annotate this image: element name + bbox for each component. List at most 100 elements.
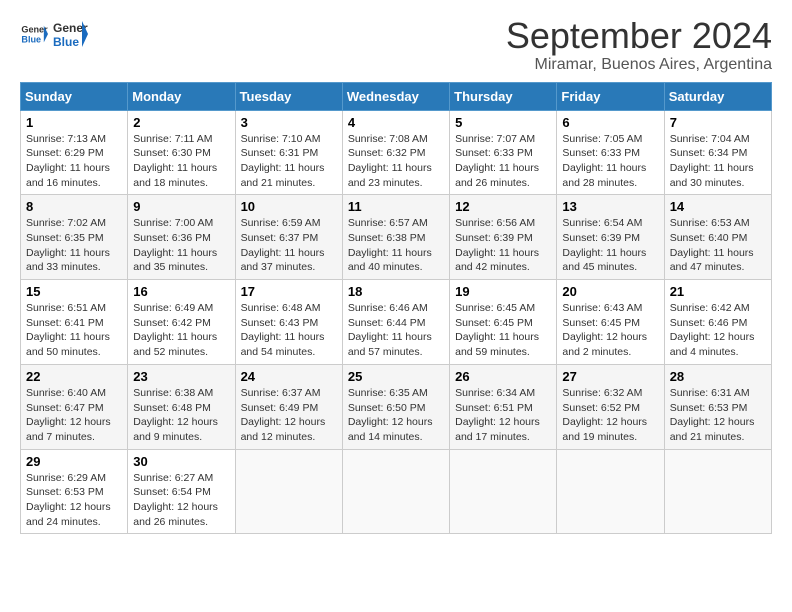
calendar-cell <box>664 449 771 534</box>
day-info: Sunrise: 6:53 AMSunset: 6:40 PMDaylight:… <box>670 216 766 275</box>
calendar-table: SundayMondayTuesdayWednesdayThursdayFrid… <box>20 82 772 535</box>
weekday-header: Monday <box>128 82 235 110</box>
calendar-cell <box>557 449 664 534</box>
day-info: Sunrise: 6:45 AMSunset: 6:45 PMDaylight:… <box>455 301 551 360</box>
day-info: Sunrise: 6:40 AMSunset: 6:47 PMDaylight:… <box>26 386 122 445</box>
calendar-cell: 3 Sunrise: 7:10 AMSunset: 6:31 PMDaylight… <box>235 110 342 195</box>
day-number: 15 <box>26 284 122 299</box>
calendar-cell <box>235 449 342 534</box>
day-info: Sunrise: 6:29 AMSunset: 6:53 PMDaylight:… <box>26 471 122 530</box>
calendar-cell: 17 Sunrise: 6:48 AMSunset: 6:43 PMDayligh… <box>235 280 342 365</box>
day-info: Sunrise: 6:48 AMSunset: 6:43 PMDaylight:… <box>241 301 337 360</box>
calendar-cell: 10 Sunrise: 6:59 AMSunset: 6:37 PMDayligh… <box>235 195 342 280</box>
calendar-cell: 18Sunrise: 6:46 AMSunset: 6:44 PMDayligh… <box>342 280 449 365</box>
calendar-cell: 16 Sunrise: 6:49 AMSunset: 6:42 PMDayligh… <box>128 280 235 365</box>
calendar-cell: 21 Sunrise: 6:42 AMSunset: 6:46 PMDayligh… <box>664 280 771 365</box>
location-subtitle: Miramar, Buenos Aires, Argentina <box>506 56 772 74</box>
day-number: 16 <box>133 284 229 299</box>
calendar-week-row: 1Sunrise: 7:13 AMSunset: 6:29 PMDaylight… <box>21 110 772 195</box>
logo-icon: General Blue <box>20 20 48 48</box>
calendar-week-row: 15 Sunrise: 6:51 AMSunset: 6:41 PMDayligh… <box>21 280 772 365</box>
day-info: Sunrise: 7:00 AMSunset: 6:36 PMDaylight:… <box>133 216 229 275</box>
day-info: Sunrise: 6:38 AMSunset: 6:48 PMDaylight:… <box>133 386 229 445</box>
day-info: Sunrise: 6:54 AMSunset: 6:39 PMDaylight:… <box>562 216 658 275</box>
day-info: Sunrise: 7:11 AMSunset: 6:30 PMDaylight:… <box>133 132 229 191</box>
title-block: September 2024 Miramar, Buenos Aires, Ar… <box>506 16 772 74</box>
day-number: 12 <box>455 199 551 214</box>
logo: General Blue General Blue <box>20 16 88 52</box>
day-number: 21 <box>670 284 766 299</box>
calendar-cell <box>450 449 557 534</box>
day-number: 25 <box>348 369 444 384</box>
day-info: Sunrise: 6:43 AMSunset: 6:45 PMDaylight:… <box>562 301 658 360</box>
weekday-header-row: SundayMondayTuesdayWednesdayThursdayFrid… <box>21 82 772 110</box>
svg-text:Blue: Blue <box>53 35 79 49</box>
day-info: Sunrise: 7:05 AMSunset: 6:33 PMDaylight:… <box>562 132 658 191</box>
calendar-cell: 24 Sunrise: 6:37 AMSunset: 6:49 PMDayligh… <box>235 364 342 449</box>
calendar-cell: 9 Sunrise: 7:00 AMSunset: 6:36 PMDaylight… <box>128 195 235 280</box>
day-number: 29 <box>26 454 122 469</box>
day-number: 4 <box>348 115 444 130</box>
day-info: Sunrise: 6:56 AMSunset: 6:39 PMDaylight:… <box>455 216 551 275</box>
calendar-cell: 29 Sunrise: 6:29 AMSunset: 6:53 PMDayligh… <box>21 449 128 534</box>
day-number: 6 <box>562 115 658 130</box>
calendar-cell: 6 Sunrise: 7:05 AMSunset: 6:33 PMDaylight… <box>557 110 664 195</box>
calendar-cell: 19 Sunrise: 6:45 AMSunset: 6:45 PMDayligh… <box>450 280 557 365</box>
day-number: 19 <box>455 284 551 299</box>
calendar-cell: 23 Sunrise: 6:38 AMSunset: 6:48 PMDayligh… <box>128 364 235 449</box>
calendar-cell: 14 Sunrise: 6:53 AMSunset: 6:40 PMDayligh… <box>664 195 771 280</box>
calendar-cell: 11 Sunrise: 6:57 AMSunset: 6:38 PMDayligh… <box>342 195 449 280</box>
calendar-cell: 2Sunrise: 7:11 AMSunset: 6:30 PMDaylight… <box>128 110 235 195</box>
day-number: 28 <box>670 369 766 384</box>
day-info: Sunrise: 6:59 AMSunset: 6:37 PMDaylight:… <box>241 216 337 275</box>
day-info: Sunrise: 6:37 AMSunset: 6:49 PMDaylight:… <box>241 386 337 445</box>
day-info: Sunrise: 7:10 AMSunset: 6:31 PMDaylight:… <box>241 132 337 191</box>
calendar-cell: 12 Sunrise: 6:56 AMSunset: 6:39 PMDayligh… <box>450 195 557 280</box>
svg-text:Blue: Blue <box>21 34 41 44</box>
day-number: 7 <box>670 115 766 130</box>
calendar-cell: 4Sunrise: 7:08 AMSunset: 6:32 PMDaylight… <box>342 110 449 195</box>
day-number: 20 <box>562 284 658 299</box>
day-number: 18 <box>348 284 444 299</box>
day-number: 3 <box>241 115 337 130</box>
day-info: Sunrise: 7:02 AMSunset: 6:35 PMDaylight:… <box>26 216 122 275</box>
day-info: Sunrise: 7:04 AMSunset: 6:34 PMDaylight:… <box>670 132 766 191</box>
calendar-cell: 27 Sunrise: 6:32 AMSunset: 6:52 PMDayligh… <box>557 364 664 449</box>
day-number: 14 <box>670 199 766 214</box>
weekday-header: Saturday <box>664 82 771 110</box>
day-info: Sunrise: 7:07 AMSunset: 6:33 PMDaylight:… <box>455 132 551 191</box>
day-number: 1 <box>26 115 122 130</box>
weekday-header: Sunday <box>21 82 128 110</box>
day-number: 22 <box>26 369 122 384</box>
day-number: 13 <box>562 199 658 214</box>
day-info: Sunrise: 6:57 AMSunset: 6:38 PMDaylight:… <box>348 216 444 275</box>
weekday-header: Thursday <box>450 82 557 110</box>
day-number: 27 <box>562 369 658 384</box>
calendar-cell: 30Sunrise: 6:27 AMSunset: 6:54 PMDayligh… <box>128 449 235 534</box>
day-info: Sunrise: 6:42 AMSunset: 6:46 PMDaylight:… <box>670 301 766 360</box>
day-number: 9 <box>133 199 229 214</box>
calendar-cell: 7 Sunrise: 7:04 AMSunset: 6:34 PMDaylight… <box>664 110 771 195</box>
day-info: Sunrise: 6:32 AMSunset: 6:52 PMDaylight:… <box>562 386 658 445</box>
day-number: 26 <box>455 369 551 384</box>
calendar-cell: 15 Sunrise: 6:51 AMSunset: 6:41 PMDayligh… <box>21 280 128 365</box>
calendar-cell <box>342 449 449 534</box>
day-number: 23 <box>133 369 229 384</box>
calendar-cell: 26 Sunrise: 6:34 AMSunset: 6:51 PMDayligh… <box>450 364 557 449</box>
day-info: Sunrise: 6:51 AMSunset: 6:41 PMDaylight:… <box>26 301 122 360</box>
calendar-cell: 20 Sunrise: 6:43 AMSunset: 6:45 PMDayligh… <box>557 280 664 365</box>
calendar-cell: 8Sunrise: 7:02 AMSunset: 6:35 PMDaylight… <box>21 195 128 280</box>
day-info: Sunrise: 6:49 AMSunset: 6:42 PMDaylight:… <box>133 301 229 360</box>
logo-svg: General Blue <box>52 16 88 52</box>
calendar-week-row: 8Sunrise: 7:02 AMSunset: 6:35 PMDaylight… <box>21 195 772 280</box>
calendar-week-row: 22 Sunrise: 6:40 AMSunset: 6:47 PMDayligh… <box>21 364 772 449</box>
day-info: Sunrise: 6:27 AMSunset: 6:54 PMDaylight:… <box>133 471 229 530</box>
day-number: 24 <box>241 369 337 384</box>
calendar-cell: 25Sunrise: 6:35 AMSunset: 6:50 PMDayligh… <box>342 364 449 449</box>
day-number: 11 <box>348 199 444 214</box>
day-number: 5 <box>455 115 551 130</box>
day-info: Sunrise: 6:34 AMSunset: 6:51 PMDaylight:… <box>455 386 551 445</box>
day-number: 10 <box>241 199 337 214</box>
weekday-header: Friday <box>557 82 664 110</box>
day-number: 17 <box>241 284 337 299</box>
